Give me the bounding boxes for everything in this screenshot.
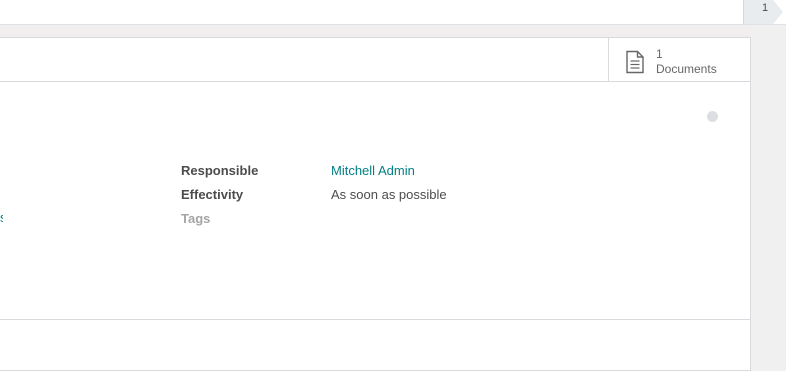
status-bar: 1 [0, 0, 786, 25]
document-icon [625, 50, 645, 79]
documents-count: 1 [656, 47, 663, 61]
form-sheet: 1 Documents Responsible Mitchell Admin E… [0, 37, 751, 371]
section-divider [0, 319, 751, 320]
effectivity-value[interactable]: As soon as possible [331, 187, 447, 202]
tags-label: Tags [181, 211, 211, 226]
effectivity-label: Effectivity [181, 187, 244, 202]
truncated-link[interactable]: s [0, 211, 3, 225]
smart-button-box: 1 Documents [0, 38, 751, 82]
status-dot[interactable] [707, 111, 718, 122]
status-step-arrow [773, 0, 783, 24]
documents-label: Documents [656, 62, 717, 76]
documents-button-text: 1 Documents [656, 47, 717, 77]
documents-button[interactable]: 1 Documents [608, 38, 751, 81]
scroll-gutter [751, 25, 786, 371]
responsible-label: Responsible [181, 163, 259, 178]
status-step-button[interactable]: 1 [743, 0, 773, 24]
responsible-value[interactable]: Mitchell Admin [331, 163, 415, 178]
